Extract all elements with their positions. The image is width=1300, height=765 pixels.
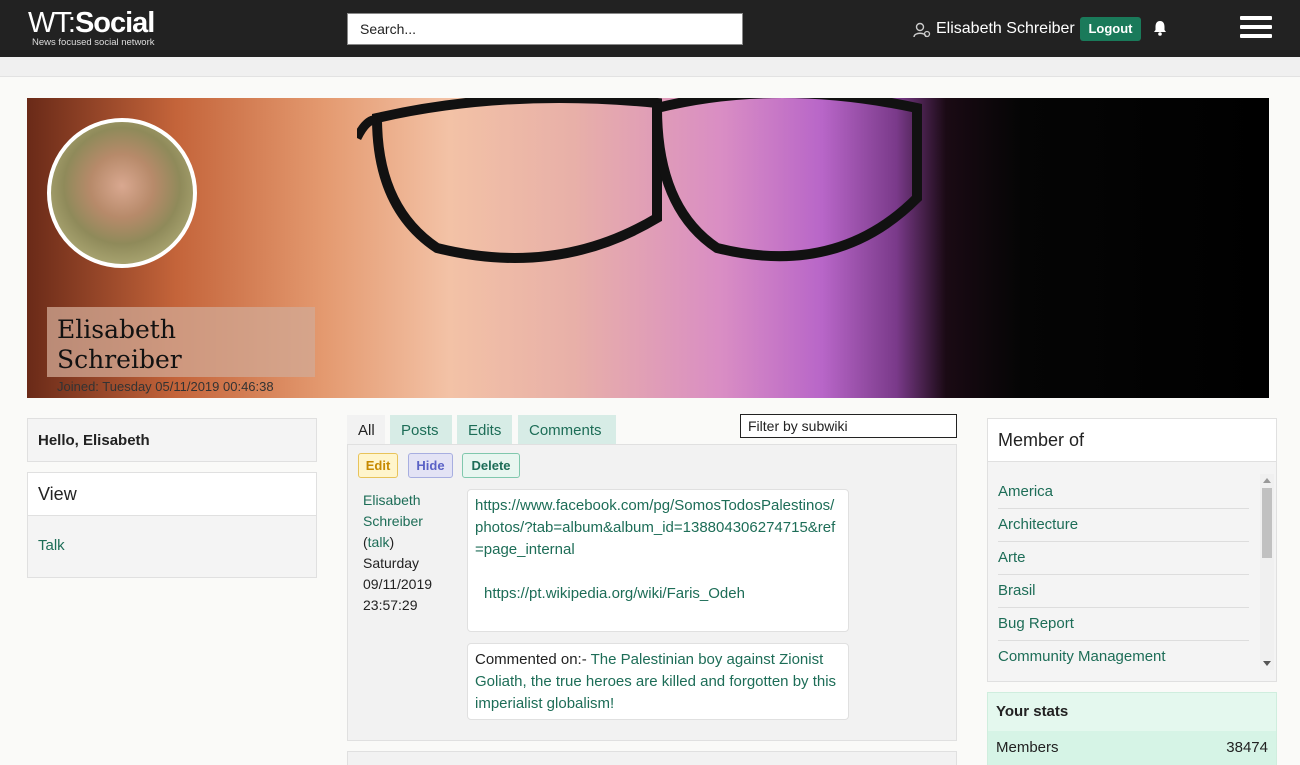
cover-glasses-graphic: [357, 98, 922, 263]
hamburger-menu-icon[interactable]: [1240, 16, 1272, 40]
activity-item-next: [347, 751, 957, 765]
post-meta: Elisabeth Schreiber (talk) Saturday 09/1…: [363, 490, 463, 616]
member-of-item[interactable]: Bug Report: [998, 608, 1249, 641]
view-panel-title: View: [28, 473, 316, 516]
tab-all[interactable]: All: [347, 415, 385, 444]
site-logo[interactable]: WT:Social News focused social network: [28, 7, 155, 48]
member-of-panel: Member of America Architecture Arte Bras…: [987, 418, 1277, 682]
member-of-list: America Architecture Arte Brasil Bug Rep…: [998, 476, 1249, 674]
post-content-card: https://www.facebook.com/pg/SomosTodosPa…: [467, 489, 849, 632]
member-of-item[interactable]: Community Management: [998, 641, 1249, 674]
profile-name-box: Elisabeth Schreiber Joined: Tuesday 05/1…: [47, 307, 315, 394]
talk-link[interactable]: Talk: [28, 516, 316, 575]
post-link-wikipedia[interactable]: https://pt.wikipedia.org/wiki/Faris_Odeh: [475, 583, 841, 605]
logo-social: Social: [74, 7, 155, 39]
scroll-up-arrow-icon[interactable]: [1263, 478, 1271, 483]
profile-joined-date: Joined: Tuesday 05/11/2019 00:46:38: [57, 379, 274, 394]
top-navbar: WT:Social News focused social network Se…: [0, 0, 1300, 57]
bell-icon[interactable]: [1151, 19, 1169, 37]
logo-tagline: News focused social network: [32, 37, 155, 48]
view-panel: View Talk: [27, 472, 317, 578]
member-of-item[interactable]: Arte: [998, 542, 1249, 575]
post-date: 09/11/2019: [363, 576, 433, 592]
stats-members-value: 38474: [1226, 739, 1268, 756]
delete-button[interactable]: Delete: [462, 453, 520, 478]
member-of-item[interactable]: Brasil: [998, 575, 1249, 608]
logo-wt: WT:: [28, 7, 76, 39]
post-author-first[interactable]: Elisabeth: [363, 490, 463, 511]
post-date-day: Saturday: [363, 555, 420, 571]
stats-members-label: Members: [996, 739, 1059, 756]
scrollbar-thumb[interactable]: [1262, 488, 1272, 558]
author-talk-link[interactable]: talk: [368, 534, 390, 550]
your-stats-title: Your stats: [996, 703, 1069, 720]
tab-edits[interactable]: Edits: [457, 415, 512, 444]
member-of-item[interactable]: America: [998, 476, 1249, 509]
comment-prefix: Commented on:-: [475, 651, 591, 668]
comment-card: Commented on:- The Palestinian boy again…: [467, 643, 849, 720]
edit-button[interactable]: Edit: [358, 453, 398, 478]
post-time: 23:57:29: [363, 597, 418, 613]
user-settings-icon: [913, 22, 931, 38]
logout-button[interactable]: Logout: [1080, 17, 1141, 41]
post-author-last[interactable]: Schreiber: [363, 511, 463, 532]
member-of-title: Member of: [988, 419, 1276, 462]
scroll-down-arrow-icon[interactable]: [1263, 661, 1271, 666]
tab-comments[interactable]: Comments: [518, 415, 616, 444]
current-user-name[interactable]: Elisabeth Schreiber: [936, 20, 1075, 38]
profile-name: Elisabeth Schreiber: [57, 315, 182, 374]
member-of-item[interactable]: Architecture: [998, 509, 1249, 542]
search-input[interactable]: Search...: [347, 13, 743, 45]
hide-button[interactable]: Hide: [408, 453, 453, 478]
post-link-facebook[interactable]: https://www.facebook.com/pg/SomosTodosPa…: [475, 495, 841, 561]
sub-navbar: [0, 57, 1300, 77]
activity-item: Edit Hide Delete Elisabeth Schreiber (ta…: [347, 444, 957, 741]
profile-avatar[interactable]: [47, 118, 197, 268]
member-of-scrollbar[interactable]: [1260, 474, 1274, 670]
your-stats-panel: Your stats Members 38474: [987, 692, 1277, 765]
subwiki-filter-input[interactable]: Filter by subwiki: [740, 414, 957, 438]
greeting-box: Hello, Elisabeth: [27, 418, 317, 462]
stats-members-row: Members 38474: [988, 731, 1276, 765]
tab-posts[interactable]: Posts: [390, 415, 452, 444]
